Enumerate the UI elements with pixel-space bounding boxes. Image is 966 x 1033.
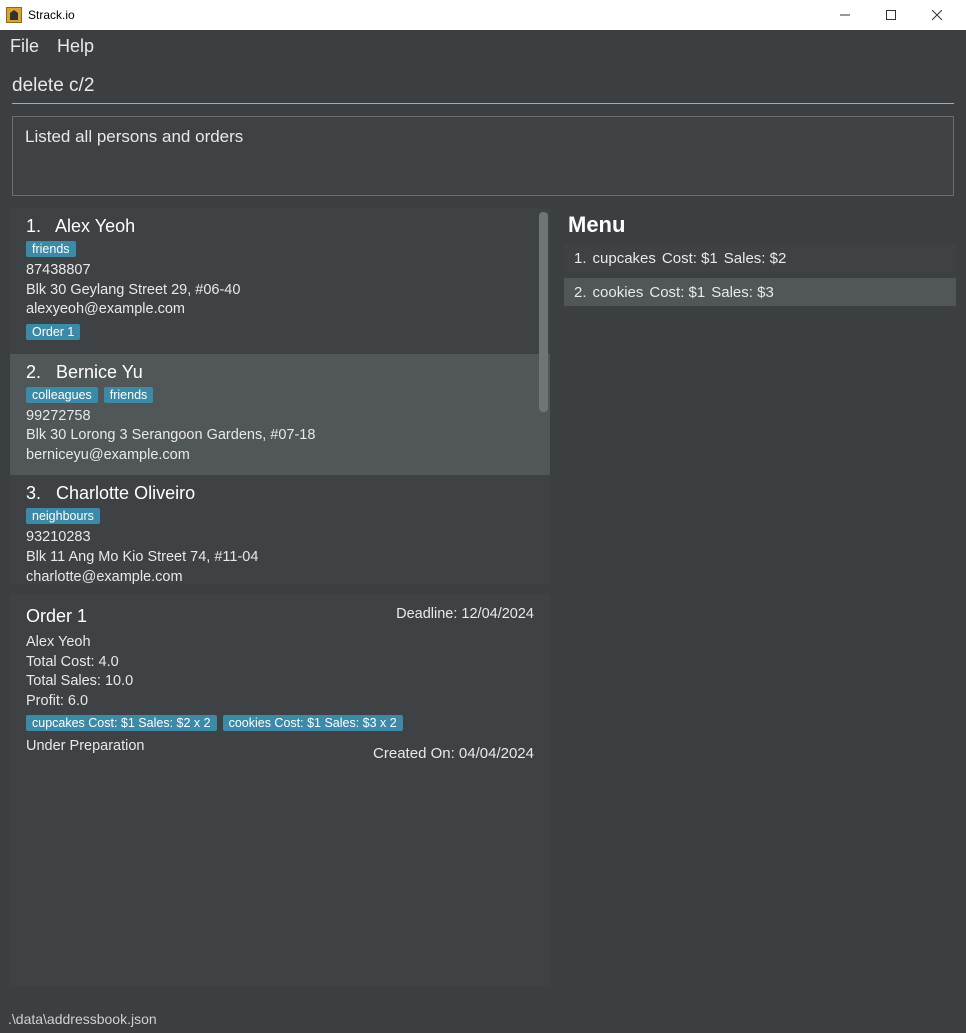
person-name: Charlotte Oliveiro [56,483,195,503]
menu-item-index: 1. [574,250,587,267]
main-area: 1. Alex Yeoh friends 87438807 Blk 30 Gey… [0,200,966,1009]
menu-title: Menu [568,212,956,238]
person-email: alexyeoh@example.com [26,300,534,320]
menu-panel: Menu 1. cupcakes Cost: $1 Sales: $2 2. c… [560,208,956,306]
window-title: Strack.io [28,8,822,22]
persons-scroll[interactable]: 1. Alex Yeoh friends 87438807 Blk 30 Gey… [10,208,550,584]
menu-item-name: cookies [593,284,644,301]
titlebar: Strack.io [0,0,966,30]
menu-item-row[interactable]: 2. cookies Cost: $1 Sales: $3 [564,278,956,306]
tag: colleagues [26,387,98,403]
person-tags: colleagues friends [26,387,534,403]
order-total-cost: Total Cost: 4.0 [26,653,534,673]
person-address: Blk 30 Lorong 3 Serangoon Gardens, #07-1… [26,426,534,446]
menu-item-sales: Sales: $2 [724,250,787,267]
menu-list: 1. cupcakes Cost: $1 Sales: $2 2. cookie… [564,244,956,306]
right-column: Menu 1. cupcakes Cost: $1 Sales: $2 2. c… [560,208,956,1009]
order-item-badge: cookies Cost: $1 Sales: $3 x 2 [223,715,403,731]
menu-item-cost: Cost: $1 [649,284,705,301]
menubar: File Help [0,30,966,63]
tag: friends [104,387,154,403]
person-phone: 99272758 [26,407,534,427]
tag: friends [26,241,76,257]
person-index: 2. [26,362,41,382]
person-card[interactable]: 3. Charlotte Oliveiro neighbours 9321028… [10,475,550,584]
person-tags: neighbours [26,508,534,524]
person-address: Blk 11 Ang Mo Kio Street 74, #11-04 [26,548,534,568]
menu-item-row[interactable]: 1. cupcakes Cost: $1 Sales: $2 [564,244,956,272]
order-deadline: Deadline: 12/04/2024 [396,606,534,622]
maximize-button[interactable] [868,0,914,30]
command-wrap [0,63,966,106]
order-customer: Alex Yeoh [26,633,534,653]
tag: neighbours [26,508,100,524]
person-card[interactable]: 2. Bernice Yu colleagues friends 9927275… [10,354,550,476]
maximize-icon [886,10,896,20]
person-name: Alex Yeoh [55,216,135,236]
order-total-sales: Total Sales: 10.0 [26,672,534,692]
order-profit: Profit: 6.0 [26,692,534,712]
person-name-row: 3. Charlotte Oliveiro [26,483,534,504]
menu-item-name: cupcakes [593,250,656,267]
person-name-row: 2. Bernice Yu [26,362,534,383]
person-email: charlotte@example.com [26,568,534,585]
order-items: cupcakes Cost: $1 Sales: $2 x 2 cookies … [26,715,534,731]
person-address: Blk 30 Geylang Street 29, #06-40 [26,281,534,301]
order-card[interactable]: Order 1 Deadline: 12/04/2024 Alex Yeoh T… [10,594,550,772]
menu-item-index: 2. [574,284,587,301]
menu-file[interactable]: File [10,36,39,57]
person-name-row: 1. Alex Yeoh [26,216,534,237]
person-index: 1. [26,216,41,236]
person-phone: 93210283 [26,528,534,548]
order-item-badge: cupcakes Cost: $1 Sales: $2 x 2 [26,715,217,731]
persons-panel: 1. Alex Yeoh friends 87438807 Blk 30 Gey… [10,208,550,584]
result-wrap: Listed all persons and orders [0,106,966,200]
persons-scrollbar[interactable] [539,212,548,412]
command-input[interactable] [12,71,954,104]
person-email: berniceyu@example.com [26,446,534,466]
person-tags: friends [26,241,534,257]
window-controls [822,0,960,30]
menu-item-sales: Sales: $3 [711,284,774,301]
orders-panel: Order 1 Deadline: 12/04/2024 Alex Yeoh T… [10,594,550,986]
statusbar-path: .\data\addressbook.json [8,1011,157,1027]
menu-help[interactable]: Help [57,36,94,57]
menu-item-cost: Cost: $1 [662,250,718,267]
left-column: 1. Alex Yeoh friends 87438807 Blk 30 Gey… [10,208,550,1009]
order-created: Created On: 04/04/2024 [373,745,534,762]
person-index: 3. [26,483,41,503]
person-card[interactable]: 1. Alex Yeoh friends 87438807 Blk 30 Gey… [10,208,550,354]
person-order-badges: Order 1 [26,324,534,340]
app-window: Strack.io File Help Listed all persons a… [0,0,966,1033]
close-icon [932,10,942,20]
person-name: Bernice Yu [56,362,143,382]
person-phone: 87438807 [26,261,534,281]
minimize-icon [840,10,850,20]
app-icon [6,7,22,23]
statusbar: .\data\addressbook.json [0,1009,966,1033]
close-button[interactable] [914,0,960,30]
result-display: Listed all persons and orders [12,116,954,196]
minimize-button[interactable] [822,0,868,30]
order-badge: Order 1 [26,324,80,340]
